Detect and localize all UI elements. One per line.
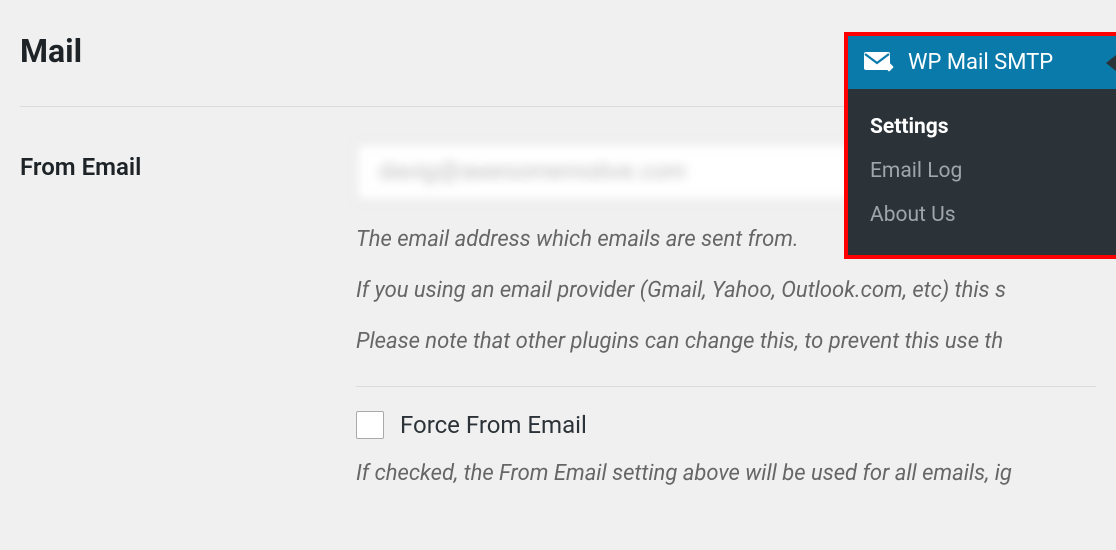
submenu-item-settings[interactable]: Settings [848,105,1116,149]
from-email-help-line3: Please note that other plugins can chang… [356,325,1096,358]
admin-menu-header[interactable]: WP Mail SMTP [848,36,1116,89]
force-from-email-checkbox[interactable] [356,411,384,439]
field-divider [356,386,1096,387]
force-from-email-help: If checked, the From Email setting above… [356,457,1096,490]
mail-smtp-icon [864,52,894,74]
admin-menu-wp-mail-smtp: WP Mail SMTP Settings Email Log About Us [844,32,1116,259]
force-from-email-help-wrap: If checked, the From Email setting above… [356,457,1096,490]
admin-submenu: Settings Email Log About Us [848,89,1116,255]
from-email-help-line2: If you using an email provider (Gmail, Y… [356,274,1096,307]
submenu-item-email-log[interactable]: Email Log [848,149,1116,193]
from-email-label: From Email [20,143,356,181]
admin-menu-title: WP Mail SMTP [908,50,1053,75]
force-from-email-label: Force From Email [400,411,587,439]
menu-caret-icon [1106,55,1116,71]
submenu-item-about-us[interactable]: About Us [848,193,1116,237]
force-from-email-row: Force From Email [356,411,1096,439]
